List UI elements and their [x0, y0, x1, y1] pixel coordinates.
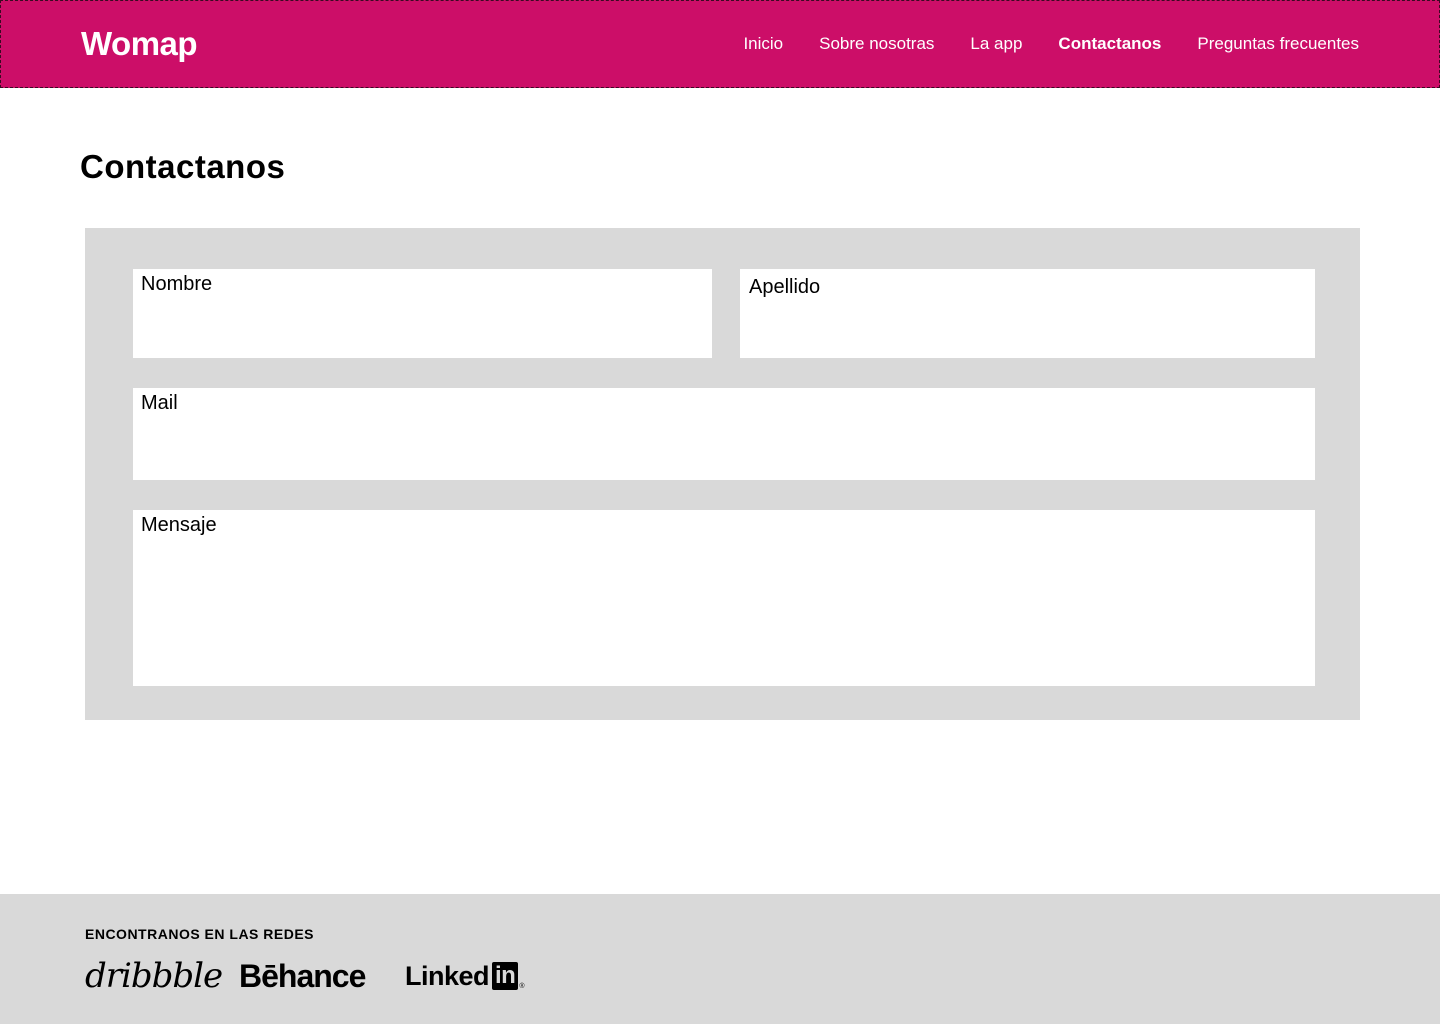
apellido-field[interactable]: Apellido	[740, 269, 1315, 358]
nav-item-la-app[interactable]: La app	[970, 34, 1022, 54]
brand-logo[interactable]: Womap	[81, 25, 198, 63]
nav-item-sobre-nosotras[interactable]: Sobre nosotras	[819, 34, 934, 54]
contact-form: Nombre Apellido Mail Mensaje	[85, 228, 1360, 720]
nav-item-inicio[interactable]: Inicio	[743, 34, 783, 54]
page-title: Contactanos	[80, 148, 286, 185]
behance-logo: Bēhance	[239, 957, 366, 994]
nav-item-contactanos[interactable]: Contactanos	[1058, 34, 1161, 54]
dribbble-link[interactable]: dribbble	[85, 956, 223, 996]
site-footer: ENCONTRANOS EN LAS REDES dribbble Bēhanc…	[0, 894, 1440, 1024]
main-nav: Inicio Sobre nosotras La app Contactanos…	[743, 34, 1359, 54]
registered-mark: ®	[519, 983, 525, 990]
linkedin-logo-text: Linked	[405, 960, 490, 991]
linkedin-in-icon: in	[492, 962, 519, 990]
dribbble-logo: dribbble	[85, 956, 223, 996]
mail-field[interactable]: Mail	[133, 388, 1315, 480]
mensaje-field[interactable]: Mensaje	[133, 510, 1315, 686]
site-header: Womap Inicio Sobre nosotras La app Conta…	[0, 0, 1440, 88]
mensaje-textarea[interactable]	[133, 510, 1315, 686]
footer-title: ENCONTRANOS EN LAS REDES	[85, 926, 315, 942]
mail-input[interactable]	[133, 388, 1315, 480]
behance-link[interactable]: Bēhance	[239, 956, 366, 996]
linkedin-link[interactable]: Linked in ®	[405, 956, 524, 996]
apellido-input[interactable]	[740, 269, 1315, 358]
nombre-input[interactable]	[133, 269, 712, 358]
nombre-field[interactable]: Nombre	[133, 269, 712, 358]
nav-item-preguntas-frecuentes[interactable]: Preguntas frecuentes	[1197, 34, 1359, 54]
